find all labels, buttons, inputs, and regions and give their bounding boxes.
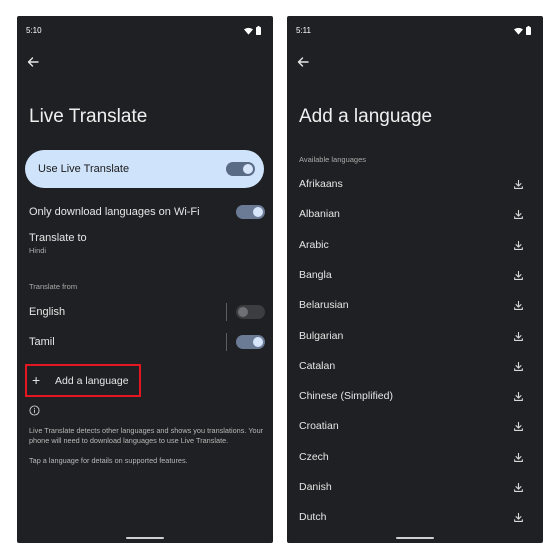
status-time: 5:11 — [296, 26, 311, 35]
info-icon — [29, 405, 40, 416]
language-name: Bulgarian — [299, 329, 344, 342]
download-icon[interactable] — [513, 300, 524, 311]
wifi-only-label: Only download languages on Wi-Fi — [29, 206, 200, 218]
download-icon[interactable] — [513, 482, 524, 493]
download-icon[interactable] — [513, 179, 524, 190]
use-live-translate-switch[interactable] — [226, 162, 255, 176]
language-row-english[interactable]: English — [17, 300, 273, 324]
translate-to-row[interactable]: Translate to Hindi — [17, 228, 273, 258]
back-arrow-icon[interactable] — [295, 54, 311, 70]
translate-to-label: Translate to — [29, 232, 87, 244]
use-live-translate-label: Use Live Translate — [38, 163, 130, 175]
language-name: Czech — [299, 450, 329, 463]
info-description: Live Translate detects other languages a… — [29, 426, 264, 445]
tamil-switch[interactable] — [236, 335, 265, 349]
language-row[interactable]: Croatian — [287, 412, 543, 442]
language-name: Belarusian — [299, 299, 349, 312]
language-row[interactable]: Czech — [287, 443, 543, 473]
battery-icon — [526, 26, 531, 35]
wifi-icon — [514, 27, 523, 35]
home-indicator — [396, 537, 434, 539]
language-name: Danish — [299, 481, 332, 493]
battery-icon — [256, 26, 261, 35]
language-name: Arabic — [299, 238, 329, 251]
wifi-icon — [244, 27, 253, 35]
download-icon[interactable] — [513, 270, 524, 281]
download-icon[interactable] — [513, 240, 524, 251]
language-row[interactable]: Catalan — [287, 352, 543, 382]
language-row[interactable]: Afrikaans — [287, 170, 543, 200]
plus-icon: + — [32, 372, 41, 388]
status-time: 5:10 — [26, 26, 42, 35]
language-row[interactable]: Albanian — [287, 200, 543, 230]
english-switch[interactable] — [236, 305, 265, 319]
download-icon[interactable] — [513, 452, 524, 463]
download-icon[interactable] — [513, 361, 524, 372]
tap-hint-text: Tap a language for details on supported … — [29, 456, 188, 465]
language-row[interactable]: Bangla — [287, 261, 543, 291]
add-language-screen: 5:11 Add a language Available languages … — [287, 16, 543, 543]
language-name: Croatian — [299, 420, 339, 433]
language-row[interactable]: Chinese (Simplified) — [287, 382, 543, 412]
page-title: Add a language — [299, 106, 433, 127]
language-row[interactable]: Belarusian — [287, 291, 543, 321]
download-icon[interactable] — [513, 421, 524, 432]
back-arrow-icon[interactable] — [25, 54, 41, 70]
language-name: English — [29, 306, 66, 318]
add-language-button[interactable]: + Add a language — [25, 364, 141, 397]
home-indicator — [126, 537, 164, 539]
language-name: Tamil — [29, 336, 55, 348]
language-row[interactable]: Danish — [287, 473, 543, 503]
available-languages-header: Available languages — [299, 155, 366, 164]
language-name: Bangla — [299, 268, 332, 281]
page-title: Live Translate — [29, 106, 148, 127]
language-row-tamil[interactable]: Tamil — [17, 330, 273, 354]
live-translate-screen: 5:10 Live Translate Use Live Translate O… — [17, 16, 273, 543]
language-row[interactable]: Bulgarian — [287, 322, 543, 352]
language-row[interactable]: Dutch — [287, 503, 543, 533]
add-language-label: Add a language — [55, 375, 129, 387]
download-icon[interactable] — [513, 209, 524, 220]
download-icon[interactable] — [513, 512, 524, 523]
status-bar: 5:10 — [26, 26, 261, 38]
wifi-only-switch[interactable] — [236, 205, 265, 219]
translate-to-value: Hindi — [29, 246, 47, 255]
download-icon[interactable] — [513, 391, 524, 402]
language-name: Chinese (Simplified) — [299, 390, 393, 403]
use-live-translate-toggle-card[interactable]: Use Live Translate — [25, 150, 264, 188]
language-name: Afrikaans — [299, 178, 343, 190]
language-row[interactable]: Arabic — [287, 231, 543, 261]
language-name: Catalan — [299, 359, 336, 372]
translate-from-header: Translate from — [29, 282, 78, 291]
download-icon[interactable] — [513, 331, 524, 342]
status-bar: 5:11 — [296, 26, 531, 38]
language-name: Albanian — [299, 208, 340, 221]
language-name: Dutch — [299, 511, 327, 524]
